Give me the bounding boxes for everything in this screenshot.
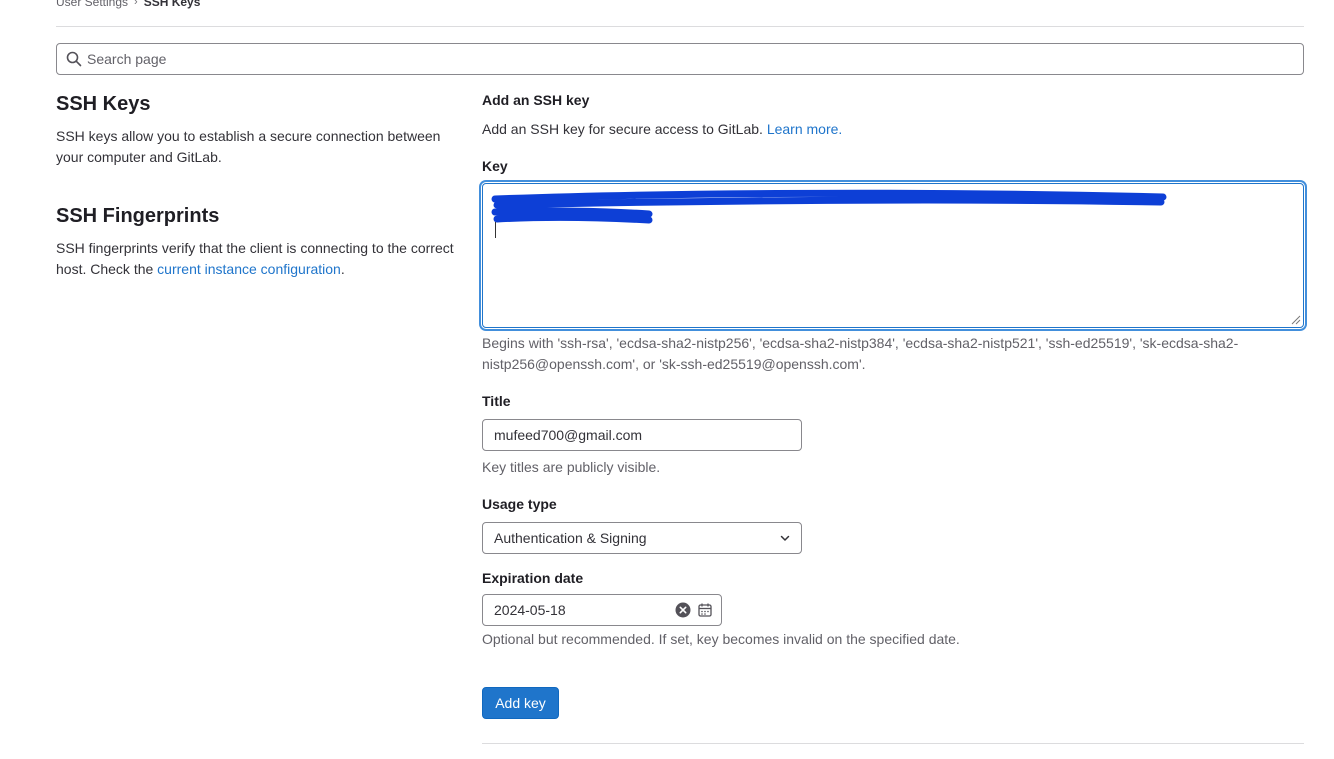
ssh-fingerprints-description: SSH fingerprints verify that the client … [56, 238, 456, 280]
add-key-button[interactable]: Add key [482, 687, 559, 719]
title-input[interactable] [483, 427, 801, 443]
instance-configuration-link[interactable]: current instance configuration [157, 261, 341, 277]
key-textarea-container[interactable] [482, 183, 1304, 328]
title-field[interactable] [482, 419, 802, 451]
date-actions [675, 602, 713, 618]
breadcrumb-current: SSH Keys [143, 0, 201, 9]
search-icon [66, 51, 82, 67]
usage-type-select[interactable]: Authentication & Signing [482, 522, 802, 554]
resize-grip-icon[interactable] [1289, 313, 1301, 325]
breadcrumb-separator: › [134, 0, 138, 8]
text-caret [495, 222, 496, 238]
calendar-icon[interactable] [697, 602, 713, 618]
ssh-keys-description: SSH keys allow you to establish a secure… [56, 128, 441, 165]
key-label: Key [482, 158, 508, 174]
breadcrumb: User Settings › SSH Keys [56, 0, 200, 9]
key-textarea[interactable] [483, 184, 1303, 327]
search-box[interactable] [56, 43, 1304, 75]
expiration-date-input[interactable] [483, 602, 675, 618]
key-help-text: Begins with 'ssh-rsa', 'ecdsa-sha2-nistp… [482, 335, 1239, 372]
breadcrumb-user-settings[interactable]: User Settings [56, 0, 128, 9]
bottom-divider [482, 743, 1304, 744]
title-label: Title [482, 393, 511, 409]
form-heading: Add an SSH key [482, 92, 590, 108]
clear-icon[interactable] [675, 602, 691, 618]
expiration-date-label: Expiration date [482, 570, 584, 586]
form-intro: Add an SSH key for secure access to GitL… [482, 121, 842, 137]
ssh-keys-title: SSH Keys [56, 93, 151, 115]
form-intro-text: Add an SSH key for secure access to GitL… [482, 121, 763, 137]
left-column: SSH Keys SSH keys allow you to establish… [56, 90, 456, 280]
search-input[interactable] [87, 51, 1303, 67]
chevron-down-icon [780, 535, 790, 541]
title-help-text: Key titles are publicly visible. [482, 459, 661, 475]
expiration-date-field[interactable] [482, 594, 722, 626]
ssh-fingerprints-title: SSH Fingerprints [56, 205, 220, 227]
top-divider [56, 26, 1304, 27]
learn-more-link[interactable]: Learn more. [767, 121, 842, 137]
ssh-keys-page: User Settings › SSH Keys SSH Keys SSH ke… [0, 0, 1334, 759]
fingerprints-section: SSH Fingerprints SSH fingerprints verify… [56, 202, 456, 280]
usage-type-label: Usage type [482, 496, 557, 512]
fingerprints-description-suffix: . [340, 261, 345, 277]
expiration-help-text: Optional but recommended. If set, key be… [482, 631, 960, 647]
usage-type-value: Authentication & Signing [494, 530, 647, 546]
